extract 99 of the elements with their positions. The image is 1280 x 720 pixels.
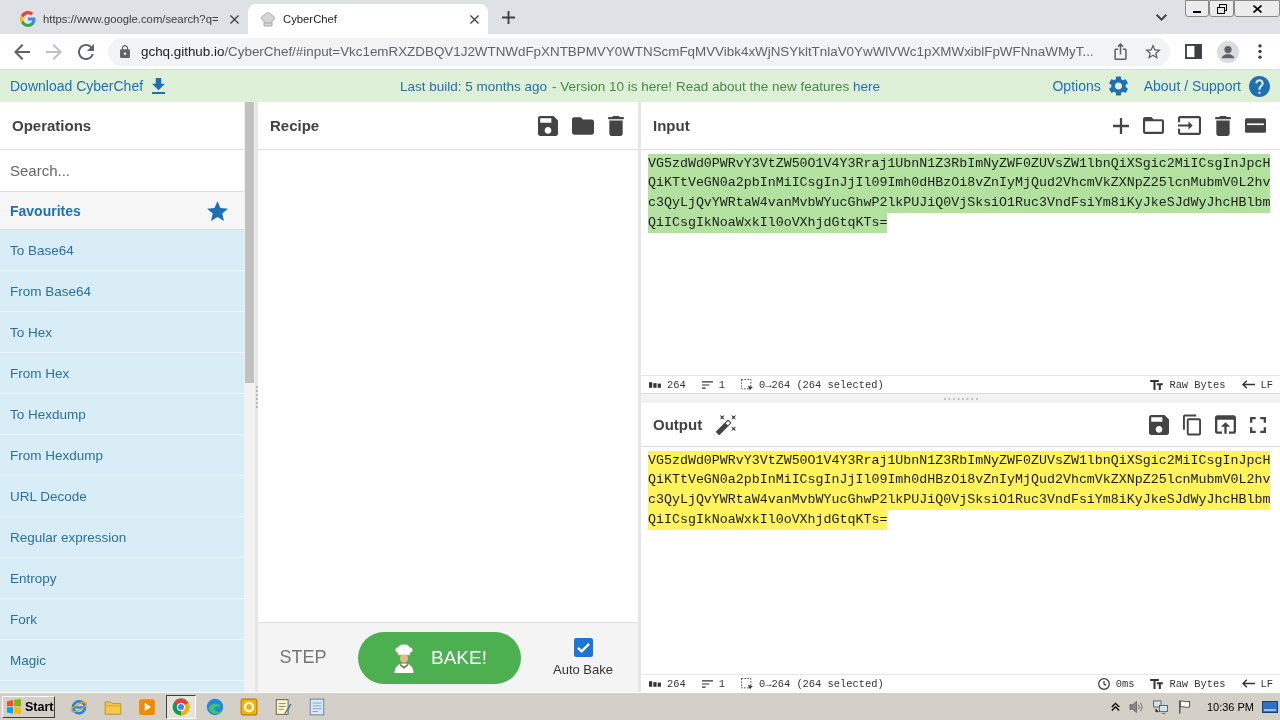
close-icon[interactable] xyxy=(230,14,239,24)
minimize-icon xyxy=(1193,10,1201,13)
share-icon[interactable] xyxy=(1114,43,1127,60)
save-icon[interactable] xyxy=(1149,414,1169,435)
clock-time: 10:36 PM xyxy=(1206,700,1254,713)
lines-icon xyxy=(701,380,713,389)
selection-icon xyxy=(740,677,753,690)
panel-title: Operations xyxy=(12,117,92,134)
char-count: 264 xyxy=(667,378,686,391)
download-link[interactable]: Download CyberChef xyxy=(10,78,166,94)
close-button[interactable] xyxy=(1234,0,1280,17)
circle-logo-icon xyxy=(172,697,190,716)
star-icon xyxy=(207,200,228,221)
lines-icon xyxy=(701,679,713,688)
panel-title: Output xyxy=(653,416,703,433)
line-count: 1 xyxy=(718,677,725,690)
arrow-into-box-icon[interactable] xyxy=(1178,116,1201,135)
encoding-label[interactable]: Raw Bytes xyxy=(1169,378,1226,391)
help-icon xyxy=(1249,75,1270,97)
release-notice: - Version 10 is here! Read about the new features here xyxy=(552,78,881,94)
letter-g-icon xyxy=(20,11,36,27)
play-icon xyxy=(138,697,156,716)
build-info: Last build: 5 months ago xyxy=(399,78,548,94)
arrow-out-of-box-icon[interactable] xyxy=(1215,415,1236,434)
chef-hat-icon xyxy=(260,11,276,27)
scrollbar-thumb[interactable] xyxy=(245,102,254,383)
chevron-down-icon[interactable] xyxy=(1156,13,1167,21)
plus-icon[interactable] xyxy=(502,10,515,24)
options-link[interactable]: Options xyxy=(1052,76,1128,96)
chevron-up-icon[interactable] xyxy=(1110,702,1120,711)
bars-icon xyxy=(649,680,661,687)
selected-text: VG5zdWd0PWRvY3VtZW50O1V4Y3Rraj1UbnN1Z3RbImNyZWF0ZUVsZW1lbnQiXSgic2MiICsgInJpcHQiKTtVeGN0a2pbInMiICsgInJjIl09Imh0dHBzOi8vZnIyMjQud2VhcmVkZXNpZ25lcnMubmV0L2hvc3QyLjQvYWRtaW4vanMvbWYucGhwP2lkPUJiQ0VjSksiO1Ruc3VndFsiYm8iKyJkeSJdWyJhcHBlbmQiICsgIkNoaWxkIl0oVXhjdGtqKTs= xyxy=(648,154,1272,233)
close-icon xyxy=(1252,4,1262,13)
letter-e-icon xyxy=(70,697,88,716)
copy-icon[interactable] xyxy=(1183,413,1201,436)
clock-icon xyxy=(1097,677,1110,690)
trash-icon[interactable] xyxy=(1215,115,1231,136)
checkbox-label: Auto Bake xyxy=(553,662,613,677)
chef-icon xyxy=(392,642,416,673)
bake-button[interactable]: BAKE! xyxy=(358,631,521,684)
about-link[interactable]: About / Support xyxy=(1143,75,1270,97)
download-icon xyxy=(152,78,166,94)
bars-icon xyxy=(649,381,661,388)
avatar-icon[interactable] xyxy=(1217,40,1239,63)
minimize-button[interactable] xyxy=(1185,0,1209,17)
encoding-label[interactable]: Raw Bytes xyxy=(1169,677,1226,690)
eol-label[interactable]: LF xyxy=(1260,378,1273,391)
folder-icon[interactable] xyxy=(572,116,594,135)
flag-logo-icon xyxy=(6,699,22,714)
checkbox[interactable] xyxy=(573,638,593,657)
start-button[interactable]: Start xyxy=(2,695,55,718)
network-icon[interactable] xyxy=(1152,699,1168,714)
document-icon xyxy=(308,697,326,716)
trash-icon[interactable] xyxy=(608,115,624,136)
panel-title: Recipe xyxy=(270,117,320,134)
fullscreen-icon[interactable] xyxy=(1250,416,1266,433)
eol-label[interactable]: LF xyxy=(1260,677,1273,690)
resize-grip-icon[interactable] xyxy=(255,386,258,408)
step-button[interactable]: STEP xyxy=(270,647,336,668)
selection-range: 0→264 (264 selected) xyxy=(758,378,884,391)
desktop-icon[interactable] xyxy=(1262,700,1278,713)
reload-icon[interactable] xyxy=(78,43,94,60)
line-count: 1 xyxy=(718,378,725,391)
taskbar-button[interactable] xyxy=(166,694,196,719)
more-icon[interactable] xyxy=(1258,44,1262,59)
restore-button[interactable] xyxy=(1209,0,1234,17)
browser-tab[interactable]: https://www.google.com/search?q= xyxy=(8,4,248,34)
resize-grip-icon[interactable] xyxy=(943,397,978,400)
panel-title: Input xyxy=(653,117,690,134)
save-icon[interactable] xyxy=(538,115,558,136)
bake-time: 0ms xyxy=(1115,677,1135,690)
side-panel-icon[interactable] xyxy=(1185,44,1202,59)
notepad-icon xyxy=(274,697,292,716)
close-icon[interactable] xyxy=(470,14,479,24)
flag-icon[interactable] xyxy=(1176,699,1192,714)
restore-icon xyxy=(1216,3,1227,14)
left-arrow-icon[interactable] xyxy=(1241,679,1255,688)
magic-wand-icon[interactable] xyxy=(716,414,737,435)
swirl-icon xyxy=(206,697,224,716)
highlighted-text: VG5zdWd0PWRvY3VtZW50O1V4Y3Rraj1UbnN1Z3RbImNyZWF0ZUVsZW1lbnQiXSgic2MiICsgInJpcHQiKTtVeGN0a2pbInMiICsgInJjIl09Imh0dHBzOi8vZnIyMjQud2VhcmVkZXNpZ25lcnMubmV0L2hvc3QyLjQvYWRtaW4vanMvbWYucGhwP2lkPUJiQ0VjSksiO1Ruc3VndFsiYm8iKyJkeSJdWyJhcHBlbmQiICsgIkNoaWxkIl0oVXhjdGtqKTs= xyxy=(648,451,1272,530)
ring-tile-icon xyxy=(240,697,258,716)
address-bar[interactable]: gchq.github.io/CyberChef/#input=Vkc1emRXZDBQV1J2WTNWdFpXNTBPMVY0WTNScmFqMVVibk4xWjNSYkltTnlaV0YwWlVWc1pXMWxiblFpWFNnaWMyT... xyxy=(108,37,1170,66)
text-format-icon[interactable] xyxy=(1150,678,1164,689)
selection-range: 0→264 (264 selected) xyxy=(758,677,884,690)
browser-tab[interactable]: CyberChef xyxy=(248,4,488,34)
settings-icon xyxy=(1108,76,1128,96)
speaker-icon[interactable] xyxy=(1128,699,1144,714)
favourites-category[interactable]: Favourites xyxy=(0,192,244,230)
layout-icon[interactable] xyxy=(1245,118,1266,133)
lock-icon xyxy=(120,45,130,58)
char-count: 264 xyxy=(667,677,686,690)
star-icon[interactable] xyxy=(1145,44,1161,59)
back-icon[interactable] xyxy=(14,43,30,60)
selection-icon xyxy=(740,378,753,391)
left-arrow-icon[interactable] xyxy=(1241,380,1255,389)
folder-icon[interactable] xyxy=(1143,117,1164,134)
text-format-icon[interactable] xyxy=(1150,379,1164,390)
plus-icon[interactable] xyxy=(1113,117,1129,134)
notice-link[interactable]: here xyxy=(853,78,881,94)
